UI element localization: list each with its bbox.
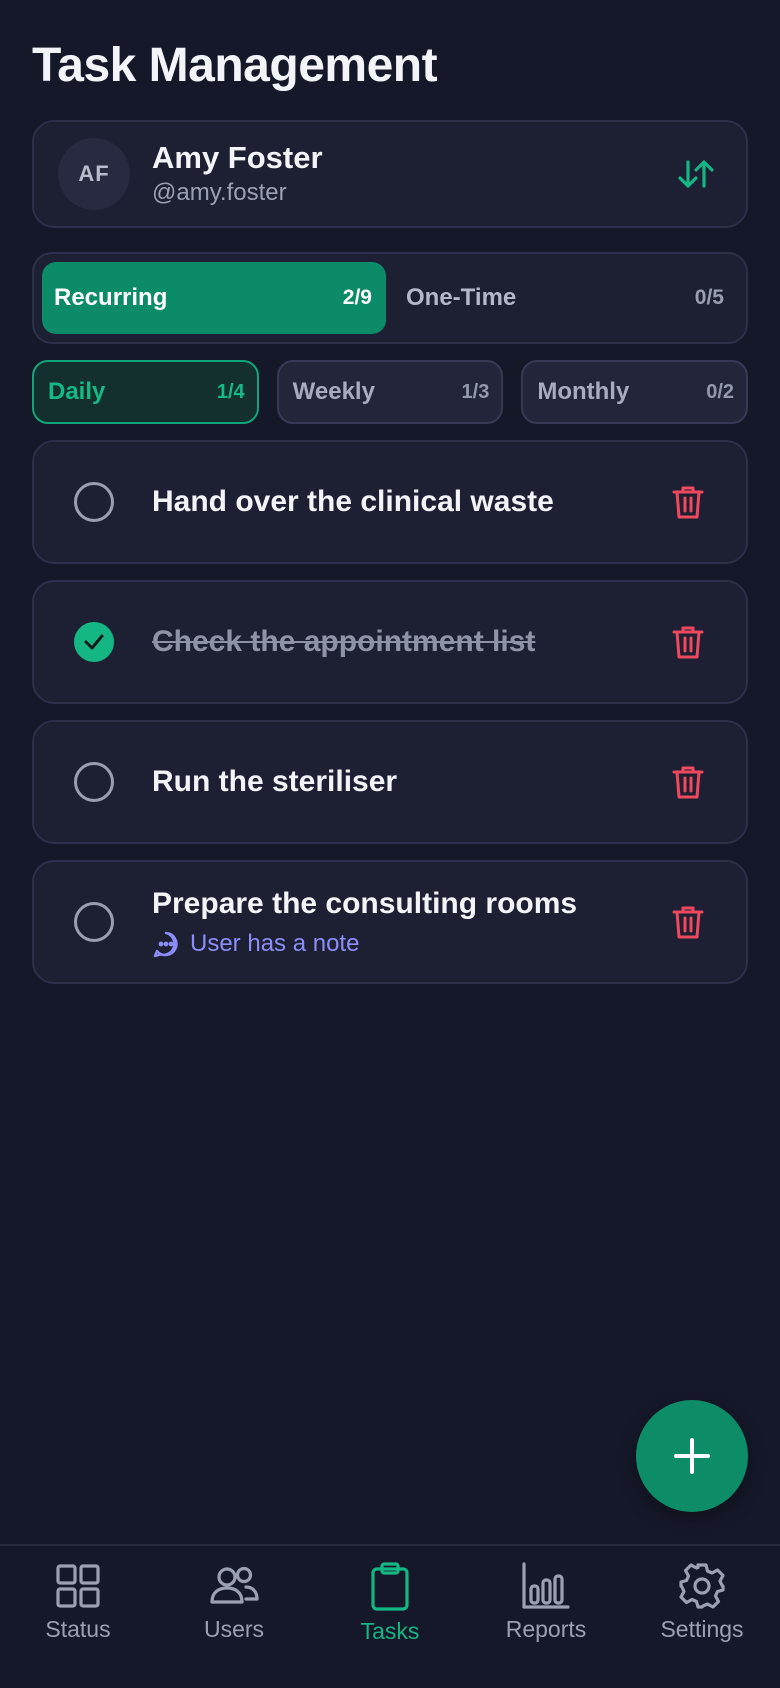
task-note-link[interactable]: User has a note [152,930,666,958]
task-title: Hand over the clinical waste [152,485,554,518]
users-icon [210,1566,259,1604]
tab-daily-label: Daily [48,378,106,405]
page-title: Task Management [32,39,438,92]
nav-item-users[interactable]: Users [156,1546,312,1688]
task-checkbox-checked[interactable] [74,622,114,662]
nav-item-reports[interactable]: Reports [468,1546,624,1688]
switch-user-button[interactable] [666,144,726,204]
task-title: Prepare the consulting rooms [152,887,578,920]
nav-item-status[interactable]: Status [0,1546,156,1688]
tab-monthly-count: 0/2 [706,380,735,403]
tab-weekly[interactable]: Weekly 1/3 [276,360,504,424]
gear-icon [679,1563,725,1609]
nav-label-tasks: Tasks [360,1618,420,1644]
delete-task-button[interactable] [666,480,710,524]
chat-bubble-icon [153,931,178,958]
task-body: Prepare the consulting rooms User has a … [152,886,666,958]
checkmark-icon [84,634,104,650]
tab-one-time[interactable]: One-Time 0/5 [386,262,738,334]
clipboard-icon [371,1562,409,1611]
task-item[interactable]: Prepare the consulting rooms User has a … [32,860,748,984]
user-card: AF Amy Foster @amy.foster [32,120,748,228]
tab-daily-count: 1/4 [216,380,245,403]
tab-recurring[interactable]: Recurring 2/9 [42,262,386,334]
trash-icon [672,766,704,799]
trash-icon [672,906,704,939]
task-title: Check the appointment list [152,625,536,658]
tab-weekly-label: Weekly [292,378,375,405]
task-body: Hand over the clinical waste [152,484,666,520]
task-checkbox[interactable] [74,902,114,942]
task-item[interactable]: Hand over the clinical waste [32,440,748,564]
tab-weekly-count: 1/3 [461,380,490,403]
delete-task-button[interactable] [666,900,710,944]
nav-item-tasks[interactable]: Tasks [312,1546,468,1688]
trash-icon [672,626,704,659]
bottom-nav: Status Users Tasks Reports Settings [0,1544,780,1688]
user-handle: @amy.foster [152,179,287,206]
frequency-tabs: Daily 1/4 Weekly 1/3 Monthly 0/2 [32,360,749,424]
task-body: Run the steriliser [152,764,666,800]
task-checkbox[interactable] [74,482,114,522]
task-type-switch: Recurring 2/9 One-Time 0/5 [32,252,748,344]
delete-task-button[interactable] [666,760,710,804]
task-note-text: User has a note [190,930,360,957]
bar-chart-icon [522,1562,570,1609]
tab-monthly[interactable]: Monthly 0/2 [521,360,749,424]
task-item[interactable]: Run the steriliser [32,720,748,844]
nav-label-status: Status [45,1616,111,1642]
tab-one-time-count: 0/5 [694,286,724,309]
grid-icon [56,1564,100,1608]
task-body: Check the appointment list [152,624,666,660]
task-checkbox[interactable] [74,762,114,802]
plus-icon [674,1438,710,1474]
task-title: Run the steriliser [152,765,398,798]
delete-task-button[interactable] [666,620,710,664]
nav-label-settings: Settings [660,1616,744,1642]
avatar: AF [58,138,130,210]
add-task-button[interactable] [636,1400,748,1512]
sort-arrows-icon [678,160,714,188]
tab-daily[interactable]: Daily 1/4 [32,360,259,424]
tab-recurring-label: Recurring [54,284,168,311]
nav-label-reports: Reports [505,1616,587,1642]
user-name: Amy Foster [152,140,323,175]
tab-one-time-label: One-Time [406,284,517,311]
task-management-screen: Task Management AF Amy Foster @amy.foste… [0,0,780,1688]
trash-icon [672,486,704,519]
nav-item-settings[interactable]: Settings [624,1546,780,1688]
user-info: Amy Foster @amy.foster [152,140,666,208]
tab-monthly-label: Monthly [537,378,630,405]
nav-label-users: Users [203,1616,265,1642]
task-item[interactable]: Check the appointment list [32,580,748,704]
tab-recurring-count: 2/9 [342,286,372,309]
